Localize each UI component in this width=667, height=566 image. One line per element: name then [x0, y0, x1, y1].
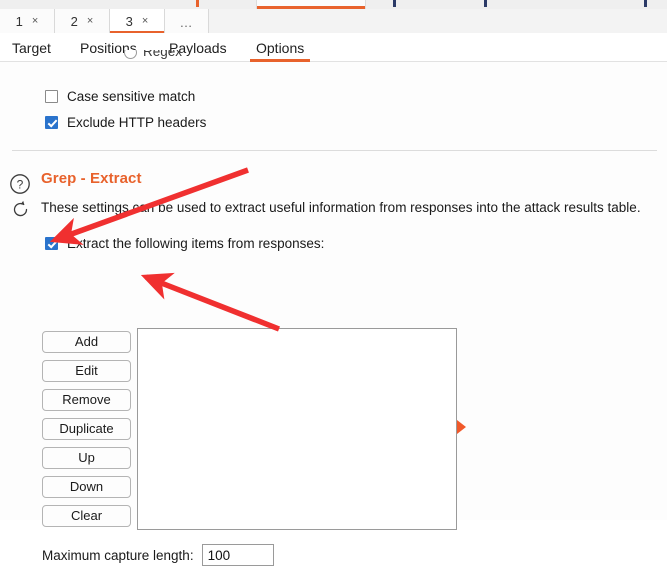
extract-button-column: Add Edit Remove Duplicate Up Down Clear: [42, 331, 131, 527]
triangle-right-icon[interactable]: [457, 420, 466, 434]
attack-tab-overflow-label: …: [179, 15, 194, 30]
extract-items-row[interactable]: Extract the following items from respons…: [45, 236, 324, 251]
case-sensitive-match-row[interactable]: Case sensitive match: [45, 89, 195, 104]
attack-tab-3[interactable]: 3 ×: [110, 9, 165, 33]
max-capture-length-input[interactable]: [201, 544, 274, 566]
max-capture-length-label: Maximum capture length:: [42, 547, 194, 563]
window-tab-marker: [484, 0, 487, 7]
attack-tab-1-label: 1: [15, 13, 23, 29]
extract-items-list[interactable]: [137, 328, 457, 530]
up-button[interactable]: Up: [42, 447, 131, 469]
attack-tab-overflow[interactable]: …: [165, 9, 209, 33]
clear-button[interactable]: Clear: [42, 505, 131, 527]
case-sensitive-match-checkbox[interactable]: [45, 90, 58, 103]
options-panel: Case sensitive match Exclude HTTP header…: [0, 62, 667, 566]
exclude-http-headers-row[interactable]: Exclude HTTP headers: [45, 115, 206, 130]
window-tab-marker: [196, 0, 199, 7]
close-icon[interactable]: ×: [32, 15, 38, 27]
close-icon[interactable]: ×: [142, 15, 148, 27]
section-divider: [12, 150, 657, 151]
radio-regex[interactable]: [124, 50, 137, 59]
attack-tab-2-label: 2: [70, 13, 78, 29]
radio-regex-label: Regex: [143, 50, 183, 59]
exclude-http-headers-label: Exclude HTTP headers: [67, 115, 207, 130]
window-tab-marker: [393, 0, 396, 7]
add-button[interactable]: Add: [42, 331, 131, 353]
refresh-icon[interactable]: [10, 199, 32, 221]
max-capture-length-row: Maximum capture length:: [42, 544, 274, 566]
duplicate-button[interactable]: Duplicate: [42, 418, 131, 440]
grep-extract-description: These settings can be used to extract us…: [41, 200, 641, 215]
close-icon[interactable]: ×: [87, 15, 93, 27]
attack-tab-bar: 1 × 2 × 3 × …: [0, 9, 667, 33]
attack-tab-1[interactable]: 1 ×: [0, 9, 55, 33]
window-tab-marker: [644, 0, 647, 7]
extract-items-checkbox[interactable]: [45, 237, 58, 250]
down-button[interactable]: Down: [42, 476, 131, 498]
extract-items-label: Extract the following items from respons…: [67, 236, 325, 251]
window-tab-active[interactable]: [256, 0, 366, 9]
attack-tab-3-label: 3: [125, 13, 133, 29]
svg-text:?: ?: [17, 178, 24, 192]
case-sensitive-match-label: Case sensitive match: [67, 89, 196, 104]
edit-button[interactable]: Edit: [42, 360, 131, 382]
question-mark-circle-icon[interactable]: ?: [9, 173, 31, 195]
attack-tab-2[interactable]: 2 ×: [55, 9, 110, 33]
exclude-http-headers-checkbox[interactable]: [45, 116, 58, 129]
grep-extract-title: Grep - Extract: [41, 170, 142, 187]
remove-button[interactable]: Remove: [42, 389, 131, 411]
